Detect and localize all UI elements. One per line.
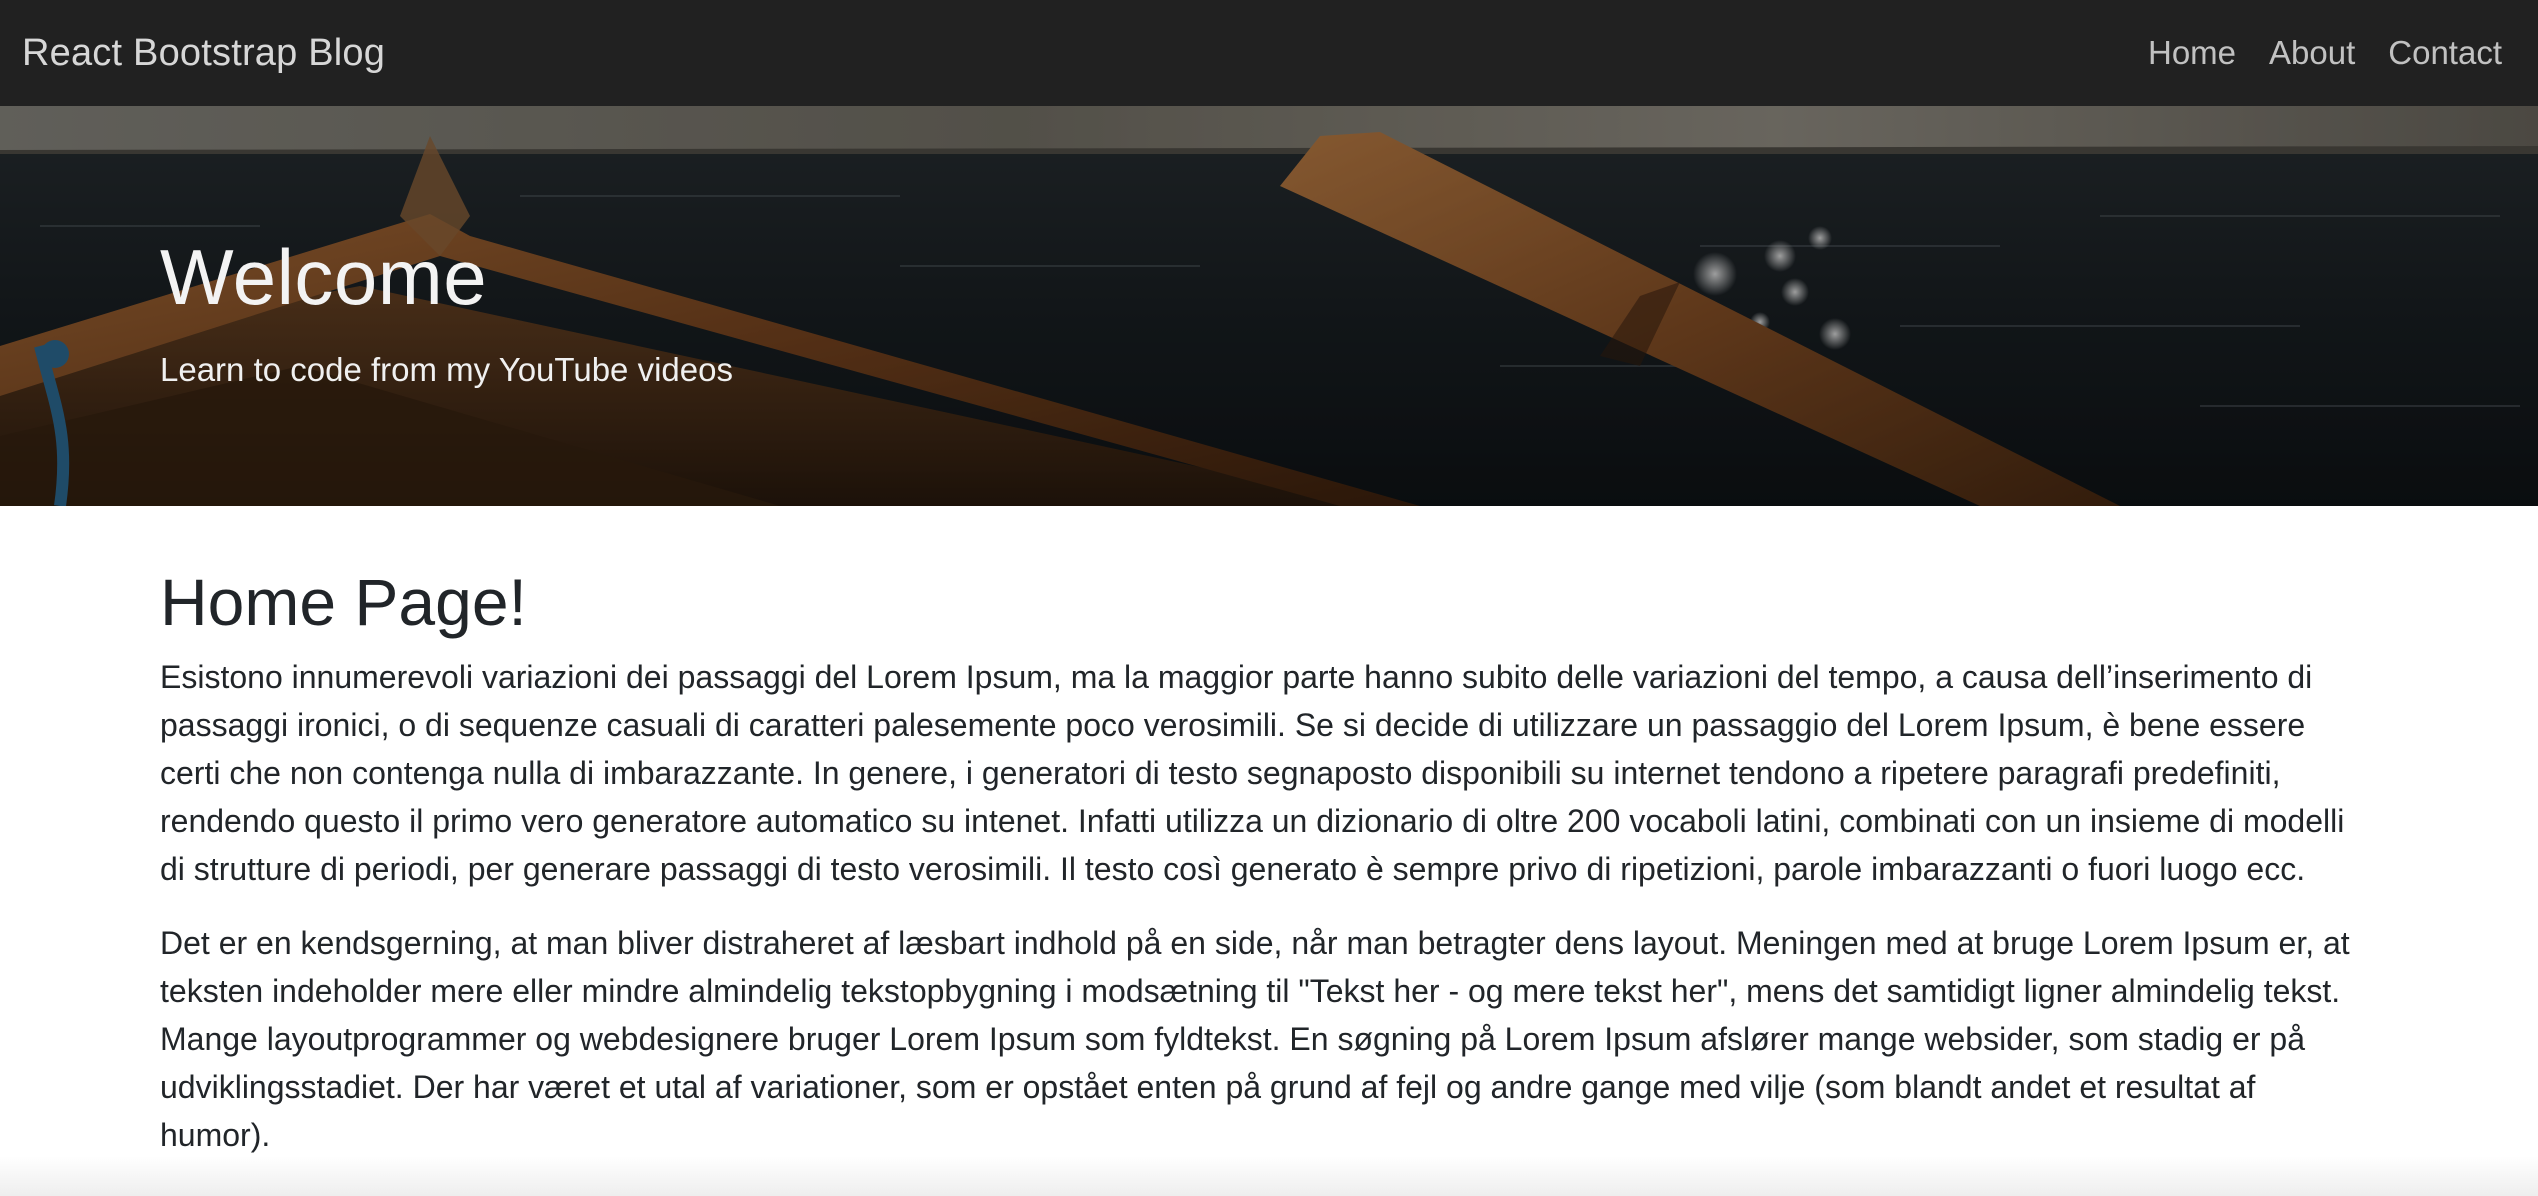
nav-links: Home About Contact xyxy=(2148,34,2502,72)
nav-link-about[interactable]: About xyxy=(2269,34,2355,72)
brand-link[interactable]: React Bootstrap Blog xyxy=(22,32,385,75)
hero-subtitle: Learn to code from my YouTube videos xyxy=(160,351,733,388)
nav-link-home[interactable]: Home xyxy=(2148,34,2236,72)
paragraph-italian: Esistono innumerevoli variazioni dei pas… xyxy=(160,658,2345,887)
page-title: Home Page! xyxy=(160,565,527,639)
hero-title: Welcome xyxy=(160,233,488,321)
top-navbar: React Bootstrap Blog Home About Contact xyxy=(0,0,2538,106)
paragraph-danish: Det er en kendsgerning, at man bliver di… xyxy=(160,924,2350,1153)
main-content: Home Page! Esistono innumerevoli variazi… xyxy=(160,566,2360,1185)
nav-link-contact[interactable]: Contact xyxy=(2388,34,2502,72)
hero-banner: Welcome Learn to code from my YouTube vi… xyxy=(0,106,2538,506)
